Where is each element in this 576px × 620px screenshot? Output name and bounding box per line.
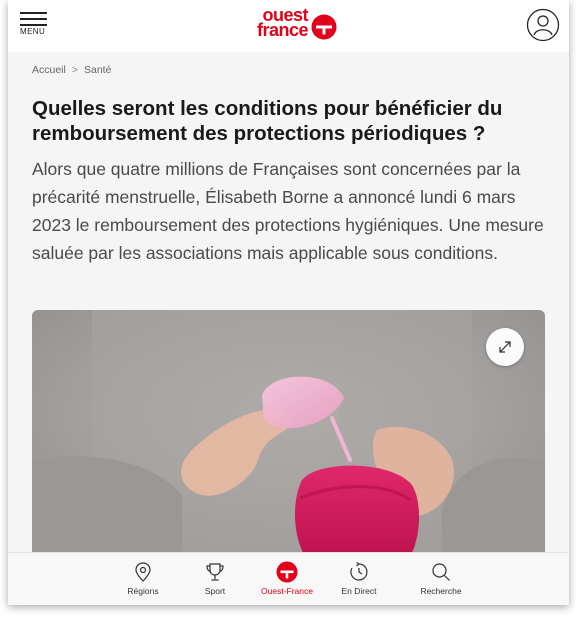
nav-label-sport: Sport <box>204 586 226 596</box>
expand-image-button[interactable] <box>486 328 524 366</box>
nav-item-regions[interactable]: Régions <box>108 561 178 596</box>
logo-line-2: france <box>256 20 309 40</box>
expand-icon <box>499 341 511 353</box>
bottom-navigation: Régions Sport Ouest-France En Direct Rec… <box>8 552 569 605</box>
nav-item-ouest-france[interactable]: Ouest-France <box>252 561 322 596</box>
nav-label-regions: Régions <box>127 586 159 596</box>
article-lead: Alors que quatre millions de Françaises … <box>32 159 544 263</box>
hamburger-icon <box>20 12 47 14</box>
page-frame: MENU ouest france Accueil > Santé Quelles … <box>8 0 569 605</box>
nav-item-en-direct[interactable]: En Direct <box>324 561 394 596</box>
menu-button[interactable]: MENU <box>20 10 60 40</box>
site-header: MENU ouest france <box>8 0 569 52</box>
nav-label-recherche: Recherche <box>420 586 462 596</box>
hamburger-icon-bar <box>20 24 47 26</box>
menu-label: MENU <box>20 27 46 36</box>
article-content: Accueil > Santé Quelles seront les conditi… <box>8 52 569 605</box>
nav-item-recherche[interactable]: Recherche <box>406 561 476 596</box>
ouest-france-logo[interactable]: ouest france <box>238 6 338 44</box>
breadcrumb: Accueil > Santé <box>32 64 111 76</box>
article-hero-image[interactable] <box>32 310 545 570</box>
clock-arrow-icon <box>350 561 368 581</box>
breadcrumb-separator: > <box>71 64 78 76</box>
nav-item-sport[interactable]: Sport <box>180 561 250 596</box>
ouest-france-mark-icon <box>311 14 337 40</box>
breadcrumb-home-link[interactable]: Accueil <box>32 64 66 76</box>
ouest-france-logo-icon <box>276 561 298 583</box>
breadcrumb-section-link[interactable]: Santé <box>84 64 111 76</box>
nav-label-en-direct: En Direct <box>341 586 377 596</box>
location-pin-icon <box>135 562 151 582</box>
article-title: Quelles seront les conditions pour bénéf… <box>32 97 503 145</box>
logo-wordmark: ouest france <box>238 6 309 40</box>
search-icon <box>432 563 450 581</box>
nav-label-ouest-france: Ouest-France <box>261 586 313 596</box>
account-icon[interactable] <box>526 8 560 42</box>
trophy-icon <box>206 563 224 581</box>
hamburger-icon-bar <box>20 18 47 20</box>
